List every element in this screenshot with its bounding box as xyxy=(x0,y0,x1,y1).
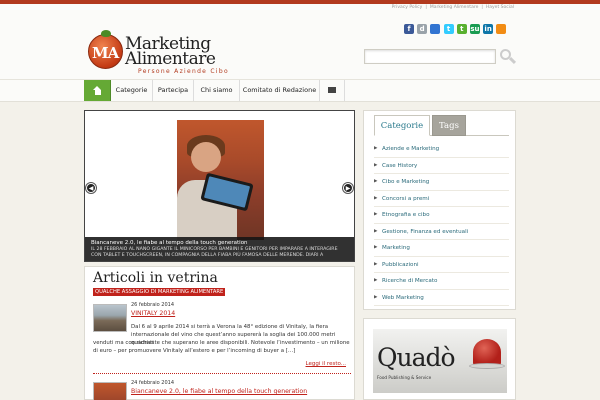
featured-slider: ◀ ▶ Biancaneve 2.0, le fiabe al tempo de… xyxy=(84,110,355,262)
category-item[interactable]: ▶ Gestione, Finanza ed eventuali xyxy=(374,224,509,240)
nav-item-partecipa[interactable]: Partecipa xyxy=(153,80,194,101)
category-item[interactable]: ▶ Web Marketing xyxy=(374,290,509,306)
search-input[interactable] xyxy=(364,49,496,64)
linkedin-icon[interactable]: in xyxy=(483,24,494,34)
article-thumbnail[interactable] xyxy=(93,382,127,400)
read-more-link[interactable]: Leggi il resto... xyxy=(306,361,346,367)
category-label: Ricerche di Mercato xyxy=(382,278,438,284)
logo-tagline: Persone Aziende Cibo xyxy=(138,68,229,75)
digg-icon[interactable]: d xyxy=(417,24,428,34)
ad-banner[interactable]: Quadò Food Publishing & Service xyxy=(373,329,507,393)
category-item[interactable]: ▶ Concorsi a premi xyxy=(374,191,509,207)
slider-next-arrow-icon[interactable]: ▶ xyxy=(343,183,353,193)
delicious-icon[interactable] xyxy=(430,24,441,34)
nav-item-chi-siamo[interactable]: Chi siamo xyxy=(194,80,240,101)
top-link-separator: | xyxy=(481,5,483,10)
arrow-right-icon: ▶ xyxy=(374,261,378,267)
category-item[interactable]: ▶ Ricerche di Mercato xyxy=(374,273,509,290)
category-label: Concorsi a premi xyxy=(382,195,430,202)
section-title: Articoli in vetrina xyxy=(93,270,218,286)
top-link-separator: | xyxy=(425,5,427,10)
section-subtitle: QUALCHE ASSAGGIO DI MARKETING ALIMENTARE xyxy=(93,288,226,296)
article-thumbnail[interactable] xyxy=(93,304,127,332)
slide-caption-title[interactable]: Biancaneve 2.0, le fiabe al tempo della … xyxy=(91,240,348,247)
article-divider xyxy=(93,373,351,374)
logo-leaf-icon xyxy=(101,30,111,37)
article-excerpt-line: Dal 6 al 9 aprile 2014 si terrà a Verona… xyxy=(131,324,329,330)
nav-mail-button[interactable] xyxy=(320,80,345,101)
site-logo[interactable]: MA Marketing Alimentare Persone Aziende … xyxy=(88,30,238,80)
cloche-icon xyxy=(473,339,501,365)
article-date: 24 febbraio 2014 xyxy=(131,380,175,386)
rss-icon[interactable] xyxy=(496,24,507,34)
category-item[interactable]: ▶ Cibo e Marketing xyxy=(374,174,509,191)
arrow-right-icon: ▶ xyxy=(374,245,378,250)
nav-item-comitato[interactable]: Comitato di Redazione xyxy=(240,80,320,101)
slide-image[interactable] xyxy=(177,120,264,240)
category-label: Cibo e Marketing xyxy=(382,179,430,185)
arrow-right-icon: ▶ xyxy=(374,146,378,151)
slider-prev-arrow-icon[interactable]: ◀ xyxy=(86,183,96,193)
category-label: Gestione, Finanza ed eventuali xyxy=(382,228,469,235)
ad-widget: Quadò Food Publishing & Service xyxy=(363,318,516,400)
category-label: Etnografia e cibo xyxy=(382,212,430,218)
category-item[interactable]: ▶ Case History xyxy=(374,158,509,174)
arrow-right-icon: ▶ xyxy=(374,228,378,234)
article-date: 26 febbraio 2014 xyxy=(131,302,175,308)
twitter-icon[interactable]: t xyxy=(443,24,454,34)
article-title-link[interactable]: Biancaneve 2.0, le fiabe al tempo della … xyxy=(131,388,307,395)
arrow-right-icon: ▶ xyxy=(374,179,378,184)
facebook-icon[interactable]: f xyxy=(404,24,414,34)
arrow-right-icon: ▶ xyxy=(374,162,378,168)
category-item[interactable]: ▶ Aziende e Marketing xyxy=(374,141,509,158)
category-label: Web Marketing xyxy=(382,294,424,301)
home-icon xyxy=(93,86,102,95)
category-label: Pubblicazioni xyxy=(382,261,419,268)
logo-badge-text: MA xyxy=(92,44,119,62)
category-label: Aziende e Marketing xyxy=(382,146,440,152)
search-icon-handle xyxy=(508,56,517,65)
article-excerpt-rest: venduti ma con richieste che superano le… xyxy=(93,340,350,354)
nav-home-button[interactable] xyxy=(84,80,111,101)
category-label: Case History xyxy=(382,162,418,169)
nav-item-categorie[interactable]: Categorie xyxy=(111,80,153,101)
logo-tomato-icon: MA xyxy=(88,34,123,69)
top-link-privacy[interactable]: Privacy Policy xyxy=(392,5,423,10)
featured-articles: Articoli in vetrina QUALCHE ASSAGGIO DI … xyxy=(84,266,355,400)
plate-icon xyxy=(469,363,505,369)
category-item[interactable]: ▶ Etnografia e cibo xyxy=(374,207,509,224)
social-icons: f d t t su in xyxy=(404,24,510,35)
mail-icon xyxy=(328,87,336,93)
top-link-social[interactable]: Hayet Social xyxy=(486,5,514,10)
tab-categorie[interactable]: Categorie xyxy=(374,115,430,136)
article-title-link[interactable]: VINITALY 2014 xyxy=(131,310,175,317)
arrow-right-icon: ▶ xyxy=(374,212,378,217)
category-item[interactable]: ▶ Pubblicazioni xyxy=(374,257,509,273)
category-item[interactable]: ▶ Marketing xyxy=(374,240,509,257)
slide-caption-description: IL 28 FEBBRAIO AL NANO GIGANTE IL MINICO… xyxy=(91,247,338,258)
top-links: Privacy Policy | Marketing Alimentare | Haye… xyxy=(389,5,514,10)
category-label: Marketing xyxy=(382,245,410,251)
sidebar-tabs: Categorie Tags xyxy=(374,115,509,136)
top-link-marketing[interactable]: Marketing Alimentare xyxy=(430,5,478,10)
ad-logo: Quadò xyxy=(377,343,456,372)
category-list: ▶ Aziende e Marketing ▶ Case History ▶ Cibo e… xyxy=(374,141,509,306)
tab-tags[interactable]: Tags xyxy=(432,115,466,136)
sidebar-widget: Categorie Tags ▶ Aziende e Marketing ▶ Case… xyxy=(363,110,516,310)
technorati-icon[interactable]: t xyxy=(456,24,467,34)
arrow-right-icon: ▶ xyxy=(374,195,378,201)
arrow-right-icon: ▶ xyxy=(374,278,378,283)
main-nav: Categorie Partecipa Chi siamo Comitato d… xyxy=(0,80,600,102)
ad-tagline: Food Publishing & Service xyxy=(377,375,432,380)
arrow-right-icon: ▶ xyxy=(374,294,378,300)
slide-caption: Biancaneve 2.0, le fiabe al tempo della … xyxy=(85,237,354,261)
logo-title-line2: Alimentare xyxy=(125,49,216,69)
stumbleupon-icon[interactable]: su xyxy=(469,24,480,34)
search-button[interactable] xyxy=(499,48,517,66)
site-header: Privacy Policy | Marketing Alimentare | Haye… xyxy=(0,4,600,80)
